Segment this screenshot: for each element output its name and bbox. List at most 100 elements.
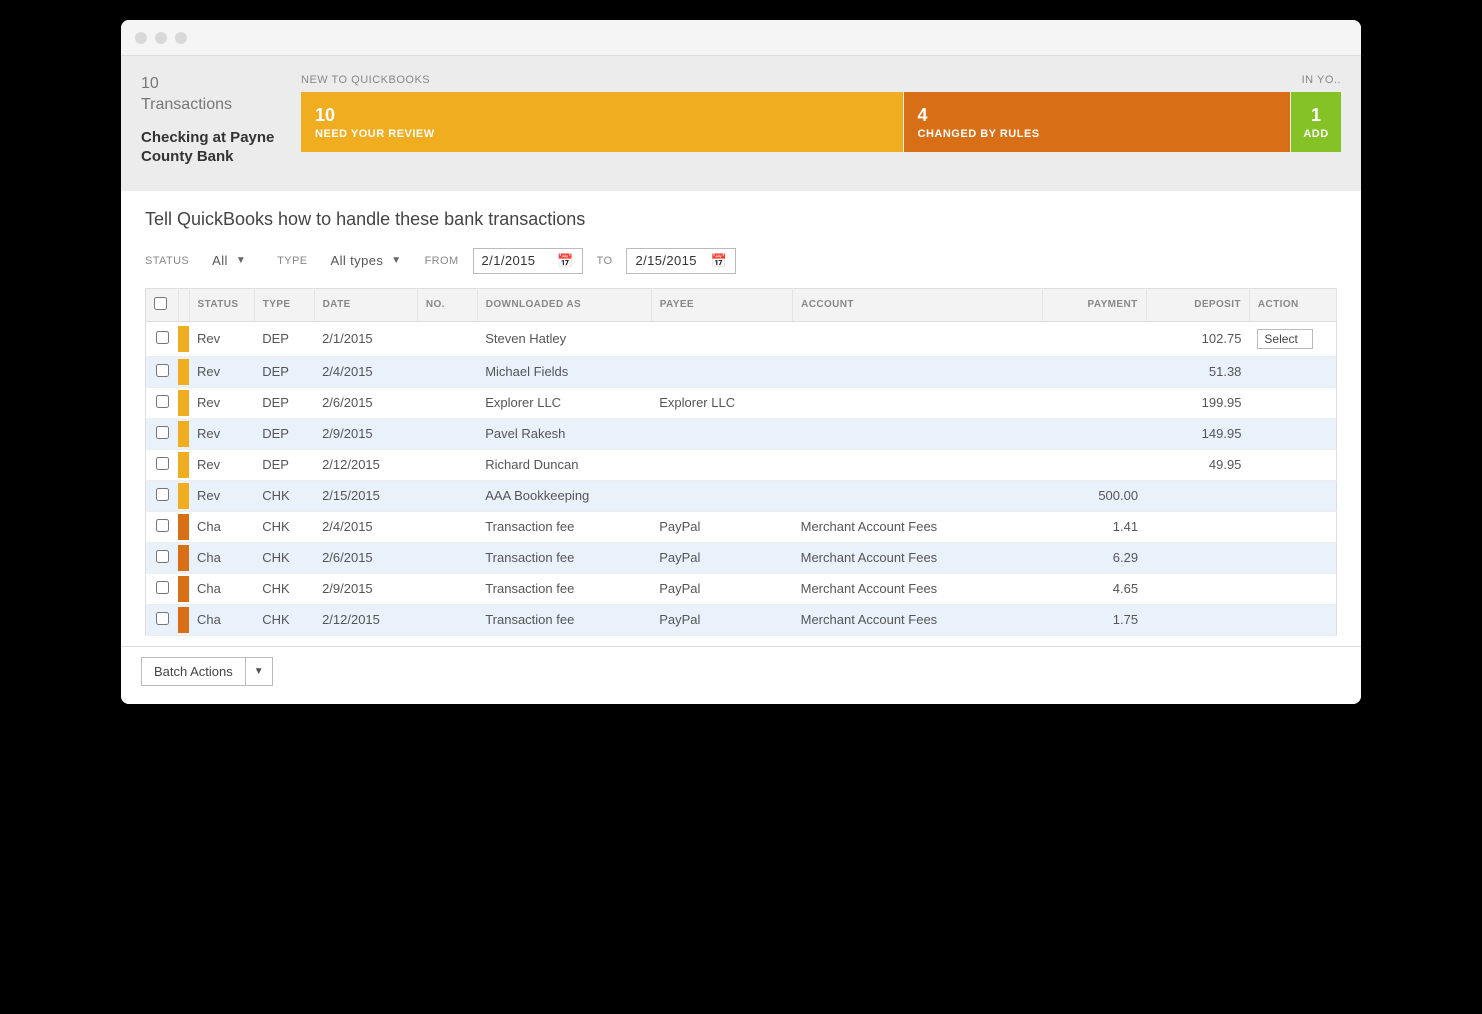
col-no[interactable]: NO. (417, 288, 477, 321)
window-close-icon[interactable] (135, 32, 147, 44)
cell-payee: PayPal (651, 542, 792, 573)
col-status[interactable]: STATUS (189, 288, 254, 321)
filter-status-select[interactable]: All ▼ (203, 248, 263, 273)
cell-action (1249, 356, 1336, 387)
col-payment[interactable]: PAYMENT (1043, 288, 1146, 321)
cell-downloaded-as: Transaction fee (477, 542, 651, 573)
col-payee[interactable]: PAYEE (651, 288, 792, 321)
filter-from-date[interactable]: 2/1/2015 📅 (473, 248, 583, 274)
cell-payment (1043, 387, 1146, 418)
status-flag-icon (178, 545, 189, 571)
cell-payee: PayPal (651, 511, 792, 542)
filter-from-value: 2/1/2015 (482, 253, 536, 268)
page-title: Tell QuickBooks how to handle these bank… (145, 209, 1337, 230)
chevron-down-icon: ▼ (246, 660, 272, 683)
tab-group-inyo-label: IN YO.. (1291, 74, 1341, 86)
cell-no (417, 511, 477, 542)
calendar-icon: 📅 (557, 253, 574, 269)
cell-date: 2/6/2015 (314, 387, 417, 418)
cell-payment: 1.41 (1043, 511, 1146, 542)
table-row[interactable]: ChaCHK2/6/2015Transaction feePayPalMerch… (146, 542, 1337, 573)
status-flag-icon (178, 359, 189, 385)
cell-deposit (1146, 480, 1249, 511)
tile-need-review[interactable]: 10 NEED YOUR REVIEW (301, 92, 903, 152)
cell-account: Merchant Account Fees (793, 542, 1043, 573)
table-row[interactable]: RevCHK2/15/2015AAA Bookkeeping500.00 (146, 480, 1337, 511)
table-row[interactable]: ChaCHK2/12/2015Transaction feePayPalMerc… (146, 604, 1337, 635)
cell-payment: 6.29 (1043, 542, 1146, 573)
cell-date: 2/12/2015 (314, 604, 417, 635)
col-deposit[interactable]: DEPOSIT (1146, 288, 1249, 321)
filter-type-label: TYPE (277, 255, 307, 267)
row-checkbox[interactable] (156, 519, 169, 532)
tile-add[interactable]: 1 ADD (1291, 92, 1341, 152)
header-summary: 10 Transactions Checking at Payne County… (141, 74, 281, 167)
filter-type-select[interactable]: All types ▼ (322, 248, 411, 273)
cell-type: DEP (254, 418, 314, 449)
row-checkbox[interactable] (156, 581, 169, 594)
table-row[interactable]: ChaCHK2/4/2015Transaction feePayPalMerch… (146, 511, 1337, 542)
cell-action (1249, 449, 1336, 480)
row-checkbox[interactable] (156, 364, 169, 377)
table-row[interactable]: RevDEP2/6/2015Explorer LLCExplorer LLC19… (146, 387, 1337, 418)
status-flag-icon (178, 326, 189, 352)
row-action-select[interactable]: Select (1257, 329, 1313, 349)
status-flag-icon (178, 607, 189, 633)
status-flag-icon (178, 390, 189, 416)
cell-date: 2/1/2015 (314, 321, 417, 356)
cell-deposit (1146, 573, 1249, 604)
row-checkbox[interactable] (156, 395, 169, 408)
tile-add-label: ADD (1303, 128, 1328, 140)
table-row[interactable]: RevDEP2/12/2015Richard Duncan49.95 (146, 449, 1337, 480)
cell-deposit (1146, 511, 1249, 542)
cell-action (1249, 573, 1336, 604)
cell-payee (651, 356, 792, 387)
filter-to-date[interactable]: 2/15/2015 📅 (626, 248, 736, 274)
cell-downloaded-as: Pavel Rakesh (477, 418, 651, 449)
status-flag-icon (178, 421, 189, 447)
tile-changed-label: CHANGED BY RULES (918, 128, 1276, 140)
cell-deposit: 199.95 (1146, 387, 1249, 418)
cell-date: 2/4/2015 (314, 356, 417, 387)
status-flag-icon (178, 514, 189, 540)
col-action[interactable]: ACTION (1249, 288, 1336, 321)
select-all-checkbox[interactable] (154, 297, 167, 310)
col-downloaded-as[interactable]: DOWNLOADED AS (477, 288, 651, 321)
row-checkbox[interactable] (156, 612, 169, 625)
cell-status: Cha (189, 573, 254, 604)
col-type[interactable]: TYPE (254, 288, 314, 321)
cell-downloaded-as: Richard Duncan (477, 449, 651, 480)
window-minimize-icon[interactable] (155, 32, 167, 44)
cell-status: Cha (189, 542, 254, 573)
table-row[interactable]: RevDEP2/9/2015Pavel Rakesh149.95 (146, 418, 1337, 449)
filter-to-label: TO (597, 255, 613, 267)
table-row[interactable]: RevDEP2/1/2015Steven Hatley102.75Select (146, 321, 1337, 356)
row-checkbox[interactable] (156, 331, 169, 344)
table-header-row: STATUS TYPE DATE NO. DOWNLOADED AS PAYEE… (146, 288, 1337, 321)
row-checkbox[interactable] (156, 488, 169, 501)
cell-payee: PayPal (651, 604, 792, 635)
table-row[interactable]: ChaCHK2/9/2015Transaction feePayPalMerch… (146, 573, 1337, 604)
row-checkbox[interactable] (156, 550, 169, 563)
col-date[interactable]: DATE (314, 288, 417, 321)
transactions-table: STATUS TYPE DATE NO. DOWNLOADED AS PAYEE… (145, 288, 1337, 636)
cell-payment (1043, 418, 1146, 449)
calendar-icon: 📅 (711, 253, 728, 269)
col-account[interactable]: ACCOUNT (793, 288, 1043, 321)
cell-type: CHK (254, 573, 314, 604)
tile-changed-by-rules[interactable]: 4 CHANGED BY RULES (904, 92, 1290, 152)
cell-action (1249, 418, 1336, 449)
table-row[interactable]: RevDEP2/4/2015Michael Fields51.38 (146, 356, 1337, 387)
tile-changed-count: 4 (918, 105, 1276, 126)
batch-actions-button[interactable]: Batch Actions ▼ (141, 657, 273, 686)
transactions-count: 10 (141, 75, 159, 92)
cell-account (793, 449, 1043, 480)
window-zoom-icon[interactable] (175, 32, 187, 44)
col-flag (178, 288, 189, 321)
cell-date: 2/9/2015 (314, 418, 417, 449)
row-checkbox[interactable] (156, 457, 169, 470)
cell-deposit: 49.95 (1146, 449, 1249, 480)
cell-status: Rev (189, 356, 254, 387)
cell-action (1249, 480, 1336, 511)
row-checkbox[interactable] (156, 426, 169, 439)
